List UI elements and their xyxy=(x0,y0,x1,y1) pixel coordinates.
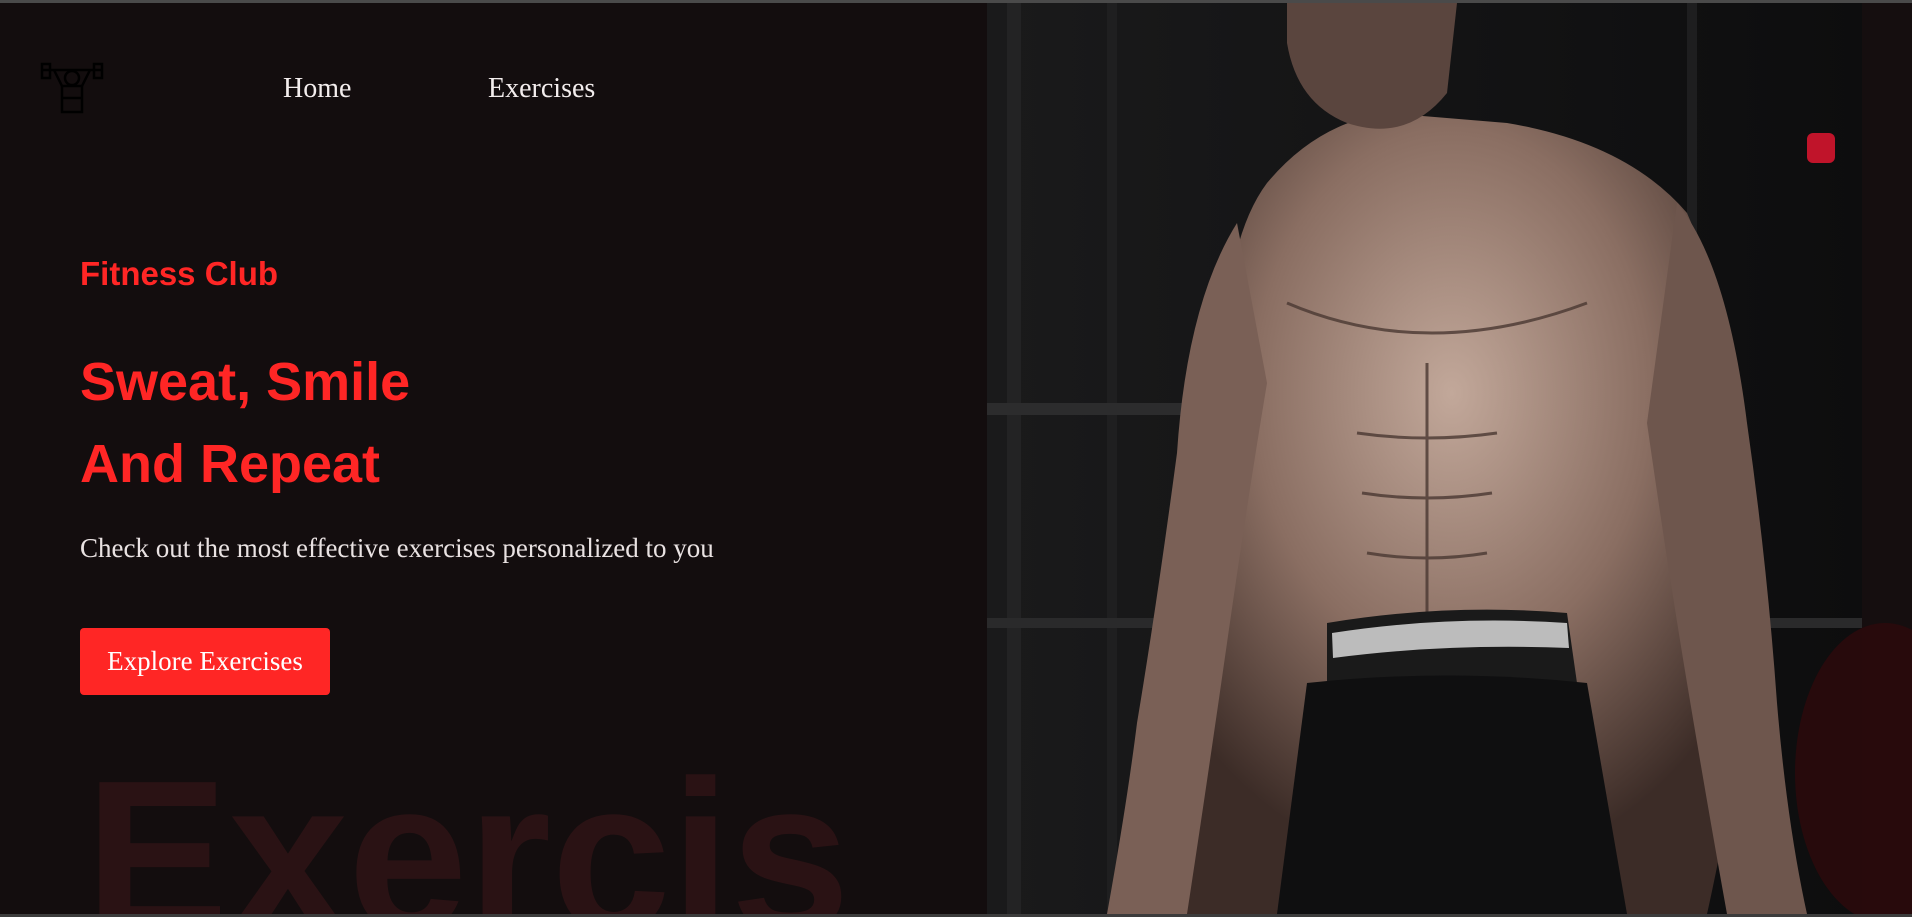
hero-headline-line-2: And Repeat xyxy=(80,434,381,494)
weightlifter-logo-icon[interactable] xyxy=(40,60,104,116)
muscular-man-photo-icon xyxy=(987,3,1862,914)
hero-subtitle: Check out the most effective exercises p… xyxy=(80,533,714,563)
landing-page: Home Exercises Fitness Club Sweat, Smile… xyxy=(0,3,1912,914)
explore-exercises-button[interactable]: Explore Exercises xyxy=(80,628,330,695)
exercises-watermark-text: Exercis xyxy=(85,748,851,914)
nav-link-home[interactable]: Home xyxy=(283,73,351,105)
hero-banner-image xyxy=(987,3,1862,914)
hero-kicker: Fitness Club xyxy=(80,255,279,292)
hero-headline-line-1: Sweat, Smile xyxy=(80,352,411,412)
hero-headline: Sweat, Smile And Repeat xyxy=(80,341,410,505)
nav-link-exercises[interactable]: Exercises xyxy=(488,73,595,105)
